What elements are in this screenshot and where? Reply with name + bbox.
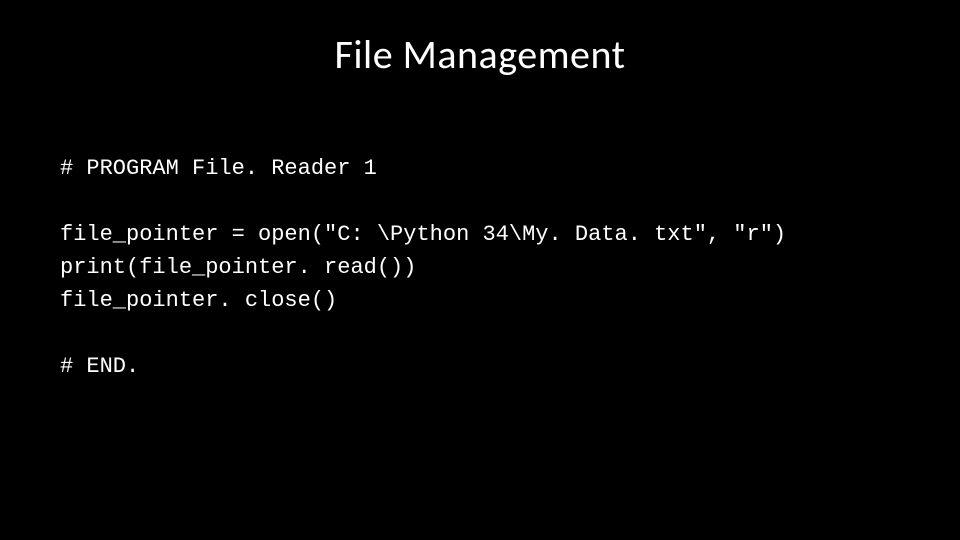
code-block: # PROGRAM File. Reader 1 file_pointer = … bbox=[60, 119, 900, 416]
code-line: file_pointer. close() bbox=[60, 288, 337, 313]
code-line: print(file_pointer. read()) bbox=[60, 255, 416, 280]
slide: File Management # PROGRAM File. Reader 1… bbox=[0, 0, 960, 540]
code-line: # PROGRAM File. Reader 1 bbox=[60, 156, 377, 181]
slide-title: File Management bbox=[60, 30, 900, 79]
code-line: # END. bbox=[60, 354, 139, 379]
code-line: file_pointer = open("C: \Python 34\My. D… bbox=[60, 222, 786, 247]
